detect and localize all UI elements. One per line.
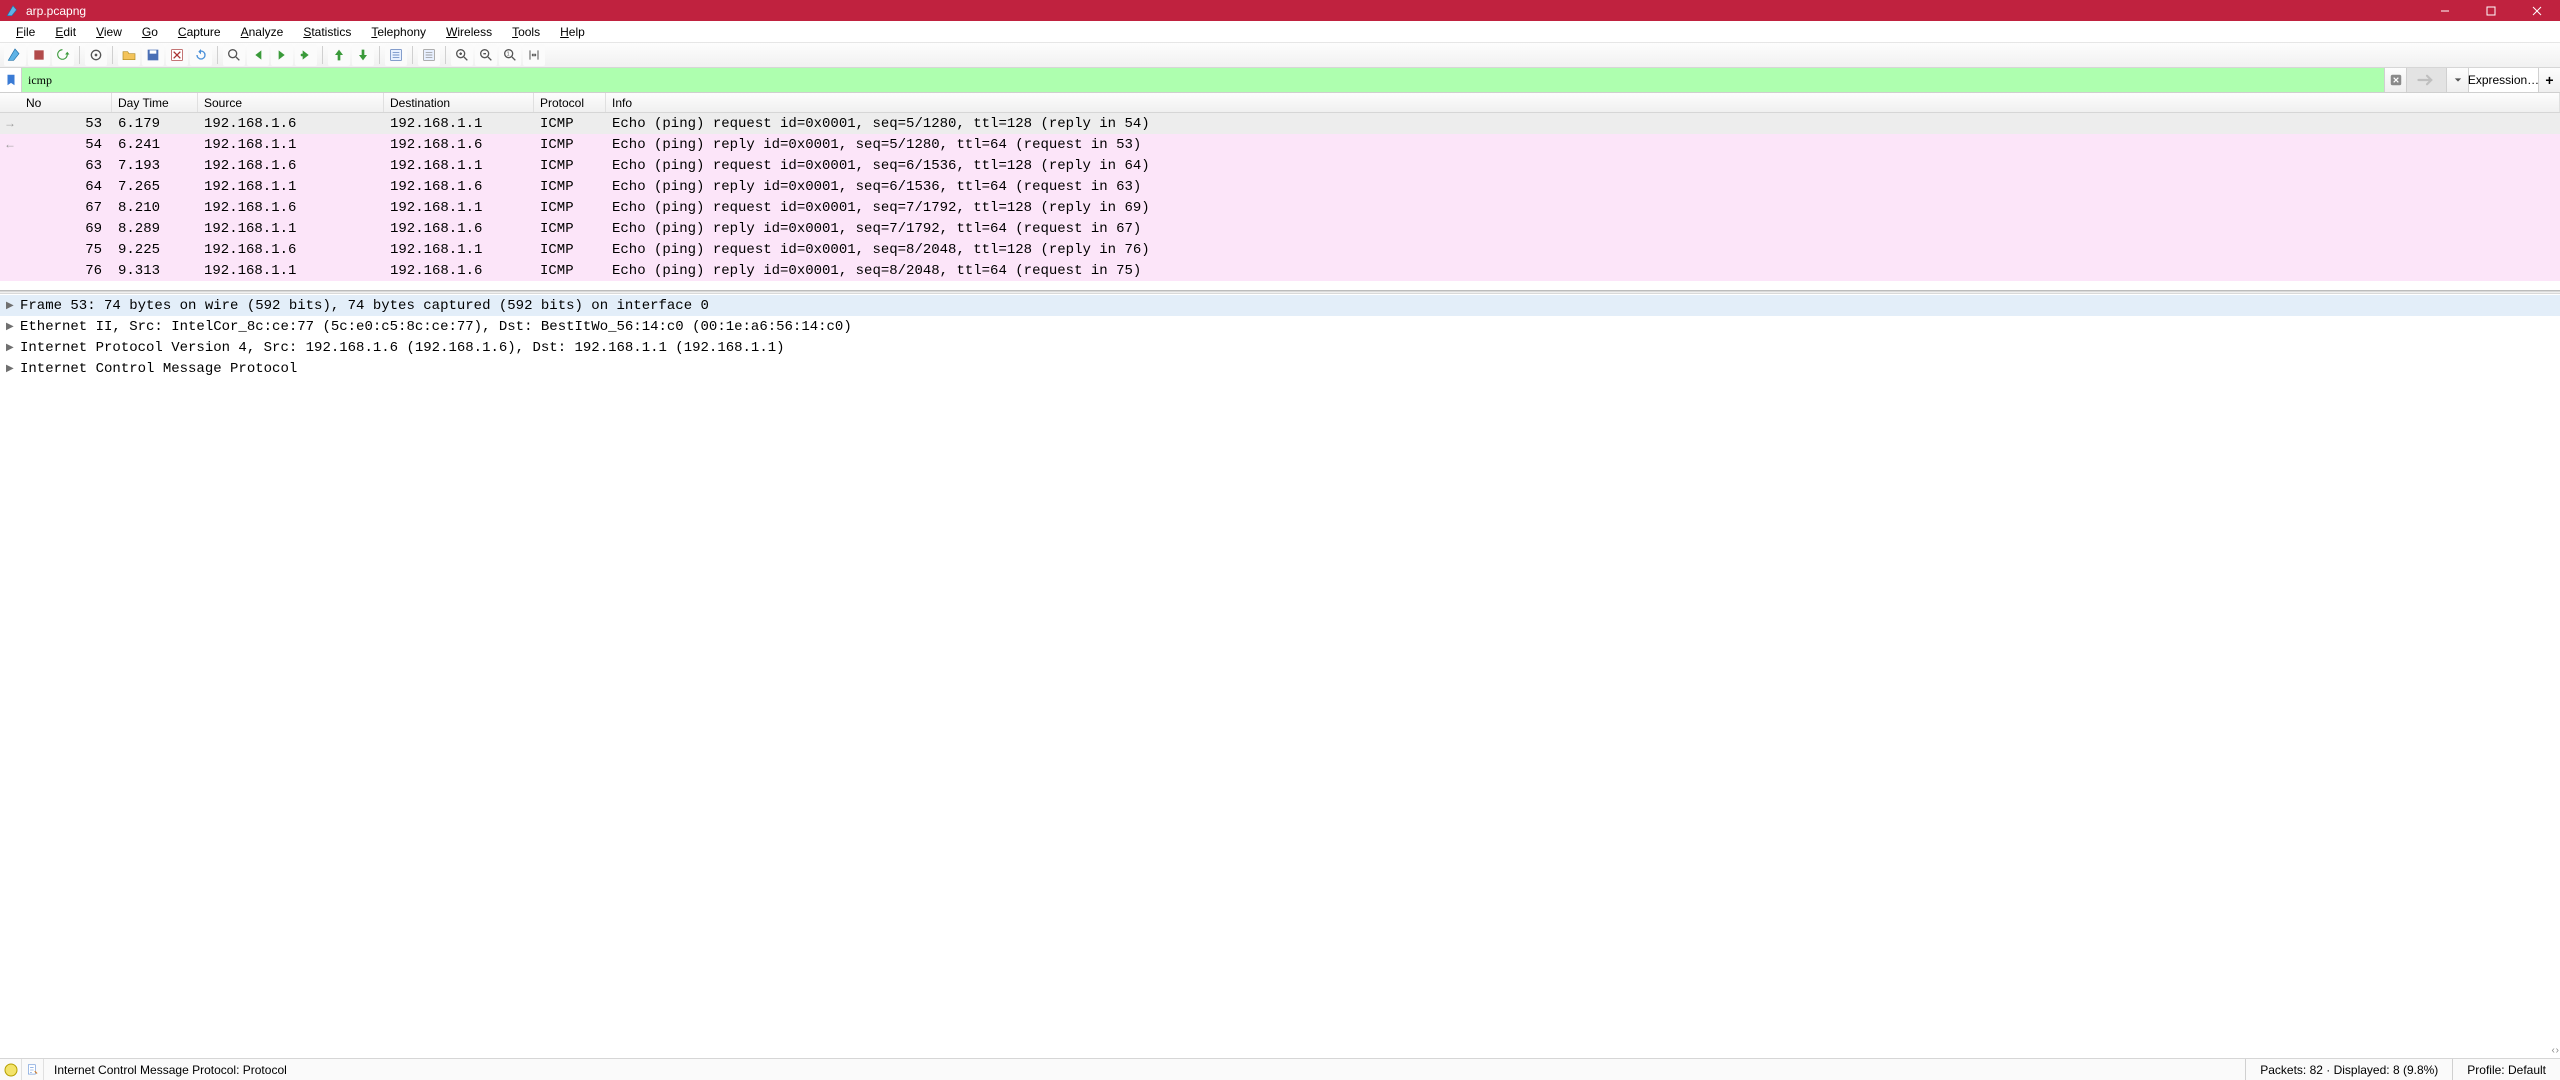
expert-info-button[interactable] [0,1059,22,1080]
status-profile[interactable]: Profile: Default [2453,1059,2560,1080]
packet-row[interactable]: →536.179192.168.1.6192.168.1.1ICMPEcho (… [0,113,2560,134]
packet-row[interactable]: 678.210192.168.1.6192.168.1.1ICMPEcho (p… [0,197,2560,218]
detail-row[interactable]: ▶Frame 53: 74 bytes on wire (592 bits), … [0,295,2560,316]
expression-button[interactable]: Expression… [2468,68,2538,92]
clear-filter-button[interactable] [2384,68,2406,92]
filter-bar: Expression… + [0,68,2560,93]
menu-analyze[interactable]: Analyze [231,21,294,42]
menu-wireless[interactable]: Wireless [436,21,502,42]
packet-list-header[interactable]: No Day Time Source Destination Protocol … [0,93,2560,113]
packet-row[interactable]: ←546.241192.168.1.1192.168.1.6ICMPEcho (… [0,134,2560,155]
detail-text: Frame 53: 74 bytes on wire (592 bits), 7… [20,298,709,314]
goto-button[interactable] [295,44,317,66]
options-button[interactable] [85,44,107,66]
close-button[interactable] [2514,0,2560,21]
detail-text: Ethernet II, Src: IntelCor_8c:ce:77 (5c:… [20,319,852,335]
menu-file[interactable]: File [6,21,45,42]
resize-indicator: ‹ › [2552,1045,2558,1056]
chevron-right-icon: ▶ [6,342,20,354]
close-button[interactable] [166,44,188,66]
col-header-time[interactable]: Day Time [112,93,198,112]
col-header-info[interactable]: Info [606,93,2560,112]
last-button[interactable] [352,44,374,66]
menu-edit[interactable]: Edit [45,21,86,42]
menu-help[interactable]: Help [550,21,595,42]
prev-button[interactable] [247,44,269,66]
titlebar: arp.pcapng [0,0,2560,21]
find-button[interactable] [223,44,245,66]
col-header-source[interactable]: Source [198,93,384,112]
filter-history-button[interactable] [2446,68,2468,92]
packet-row[interactable]: 637.193192.168.1.6192.168.1.1ICMPEcho (p… [0,155,2560,176]
reload-button[interactable] [190,44,212,66]
save-button[interactable] [142,44,164,66]
auto-scroll-button[interactable] [385,44,407,66]
packet-row[interactable]: 769.313192.168.1.1192.168.1.6ICMPEcho (p… [0,260,2560,281]
first-button[interactable] [328,44,350,66]
app-icon [6,4,20,18]
status-packets: Packets: 82 · Displayed: 8 (9.8%) [2246,1059,2452,1080]
colorize-button[interactable] [418,44,440,66]
minimize-button[interactable] [2422,0,2468,21]
status-hint: Internet Control Message Protocol: Proto… [44,1063,2245,1077]
apply-filter-button[interactable] [2406,68,2446,92]
zoom-reset-button[interactable]: 1 [499,44,521,66]
menu-tools[interactable]: Tools [502,21,550,42]
window-title: arp.pcapng [26,4,86,18]
svg-text:1: 1 [507,52,510,58]
toolbar: 1 [0,43,2560,68]
col-header-dest[interactable]: Destination [384,93,534,112]
chevron-right-icon: ▶ [6,321,20,333]
open-button[interactable] [118,44,140,66]
packet-details: ▶Frame 53: 74 bytes on wire (592 bits), … [0,294,2560,1058]
detail-row[interactable]: ▶Internet Protocol Version 4, Src: 192.1… [0,337,2560,358]
col-header-no[interactable]: No [20,93,112,112]
zoom-in-button[interactable] [451,44,473,66]
stop-button[interactable] [28,44,50,66]
col-header-proto[interactable]: Protocol [534,93,606,112]
chevron-right-icon: ▶ [6,363,20,375]
menubar: FileEditViewGoCaptureAnalyzeStatisticsTe… [0,21,2560,43]
detail-row[interactable]: ▶Ethernet II, Src: IntelCor_8c:ce:77 (5c… [0,316,2560,337]
menu-statistics[interactable]: Statistics [293,21,361,42]
add-filter-button[interactable]: + [2538,68,2560,92]
shark-fin-button[interactable] [4,44,26,66]
zoom-out-button[interactable] [475,44,497,66]
restart-button[interactable] [52,44,74,66]
next-button[interactable] [271,44,293,66]
capture-file-properties-button[interactable] [22,1059,44,1080]
packet-row[interactable]: 647.265192.168.1.1192.168.1.6ICMPEcho (p… [0,176,2560,197]
bookmark-filter-icon[interactable] [0,68,22,92]
menu-telephony[interactable]: Telephony [361,21,436,42]
detail-row[interactable]: ▶Internet Control Message Protocol [0,358,2560,379]
packet-list: No Day Time Source Destination Protocol … [0,93,2560,291]
display-filter-input[interactable] [22,68,2384,92]
detail-text: Internet Protocol Version 4, Src: 192.16… [20,340,785,356]
resize-cols-button[interactable] [523,44,545,66]
maximize-button[interactable] [2468,0,2514,21]
detail-text: Internet Control Message Protocol [20,361,297,377]
packet-row[interactable]: 759.225192.168.1.6192.168.1.1ICMPEcho (p… [0,239,2560,260]
statusbar: Internet Control Message Protocol: Proto… [0,1058,2560,1080]
menu-capture[interactable]: Capture [168,21,231,42]
menu-view[interactable]: View [86,21,132,42]
chevron-right-icon: ▶ [6,300,20,312]
menu-go[interactable]: Go [132,21,168,42]
packet-row[interactable]: 698.289192.168.1.1192.168.1.6ICMPEcho (p… [0,218,2560,239]
